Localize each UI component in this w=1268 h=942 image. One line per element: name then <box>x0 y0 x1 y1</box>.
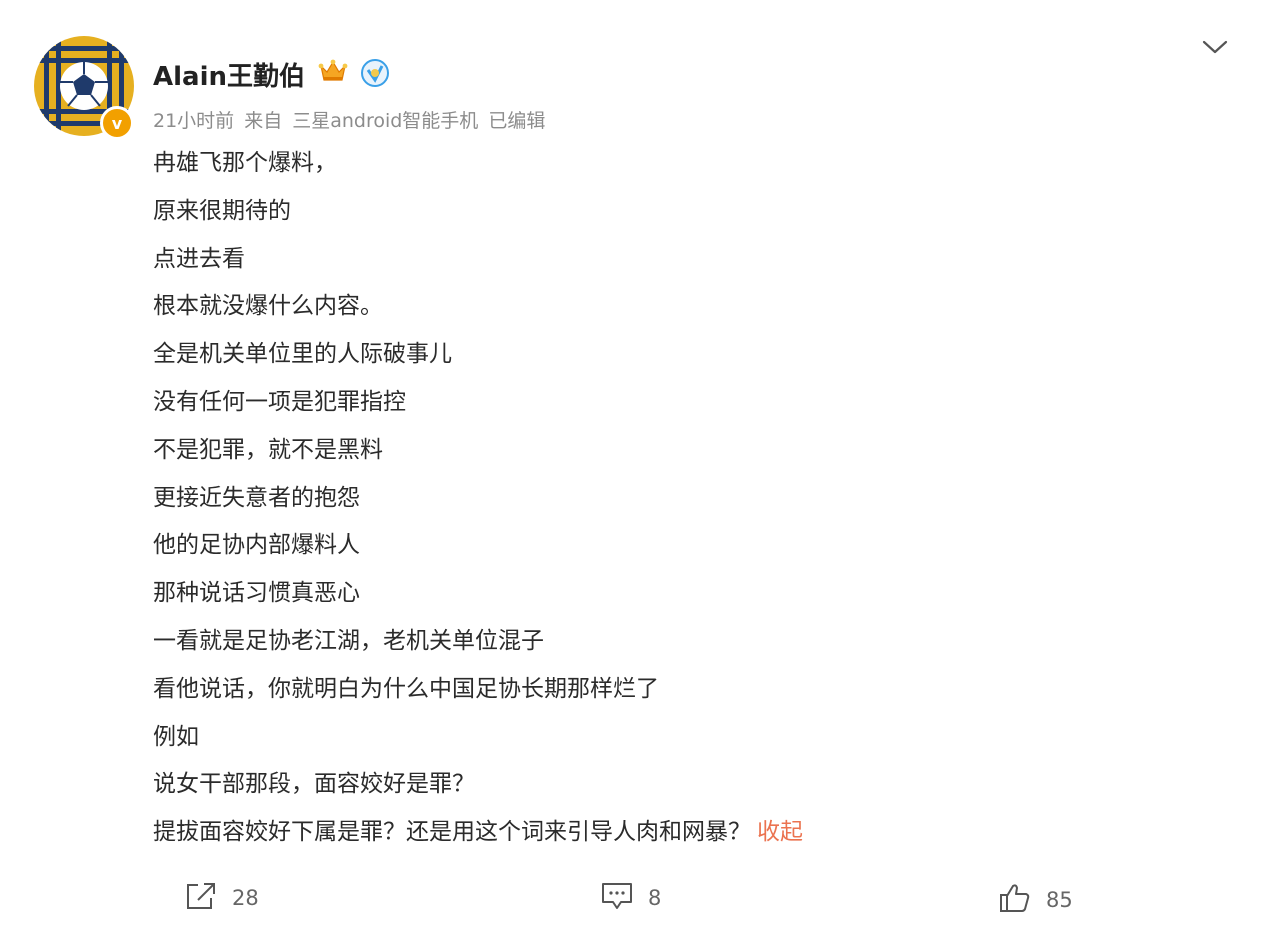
post-line: 那种说话习惯真恶心 <box>153 580 360 607</box>
comment-button[interactable]: 8 <box>600 880 661 916</box>
like-icon <box>998 882 1032 918</box>
post-line-text: 提拔面容姣好下属是罪？还是用这个词来引导人肉和网暴？ <box>153 819 751 846</box>
post-line: 说女干部那段，面容姣好是罪？ <box>153 771 475 798</box>
post-meta: 21小时前 来自 三星android智能手机 已编辑 <box>153 106 555 133</box>
username[interactable]: Alain王勤伯 <box>153 56 305 93</box>
post-line: 全是机关单位里的人际破事儿 <box>153 341 452 368</box>
forward-icon <box>184 880 218 916</box>
post-source-prefix: 来自 <box>244 110 283 132</box>
comment-count: 8 <box>648 886 662 910</box>
post-line: 更接近失意者的抱怨 <box>153 484 360 511</box>
post-time[interactable]: 21小时前 <box>153 110 234 132</box>
action-bar: 28 8 85 <box>0 872 1268 922</box>
post-line: 例如 <box>153 723 199 750</box>
post-source[interactable]: 三星android智能手机 <box>292 110 478 132</box>
like-button[interactable]: 85 <box>998 882 1073 918</box>
post-body: 冉雄飞那个爆料， 原来很期待的 点进去看 根本就没爆什么内容。 全是机关单位里的… <box>153 146 1213 863</box>
post-line: 根本就没爆什么内容。 <box>153 293 383 320</box>
post-line: 没有任何一项是犯罪指控 <box>153 388 406 415</box>
post-line: 一看就是足协老江湖，老机关单位混子 <box>153 627 544 654</box>
crown-icon[interactable] <box>318 58 348 88</box>
post-line: 看他说话，你就明白为什么中国足协长期那样烂了 <box>153 675 659 702</box>
post-line: 他的足协内部爆料人 <box>153 532 360 559</box>
post-edited[interactable]: 已编辑 <box>488 110 545 132</box>
chevron-down-icon[interactable] <box>1200 36 1230 62</box>
verified-badge-letter: v <box>111 113 123 133</box>
post-line: 不是犯罪，就不是黑料 <box>153 436 383 463</box>
forward-count: 28 <box>232 886 259 910</box>
collapse-link[interactable]: 收起 <box>757 819 803 845</box>
blue-v-icon[interactable] <box>360 58 390 92</box>
post-line: 冉雄飞那个爆料， <box>153 150 337 176</box>
post-line-last: 提拔面容姣好下属是罪？还是用这个词来引导人肉和网暴？ 收起 <box>153 815 1213 863</box>
forward-button[interactable]: 28 <box>184 880 259 916</box>
post-line: 原来很期待的 <box>153 197 291 224</box>
like-count: 85 <box>1046 888 1073 912</box>
post-line: 点进去看 <box>153 245 245 272</box>
weibo-post: v Alain王勤伯 21小时前 来自 三星android智能手机 已编辑 冉雄飞那个… <box>0 0 1268 942</box>
verified-badge: v <box>100 106 134 140</box>
comment-icon <box>600 880 634 916</box>
